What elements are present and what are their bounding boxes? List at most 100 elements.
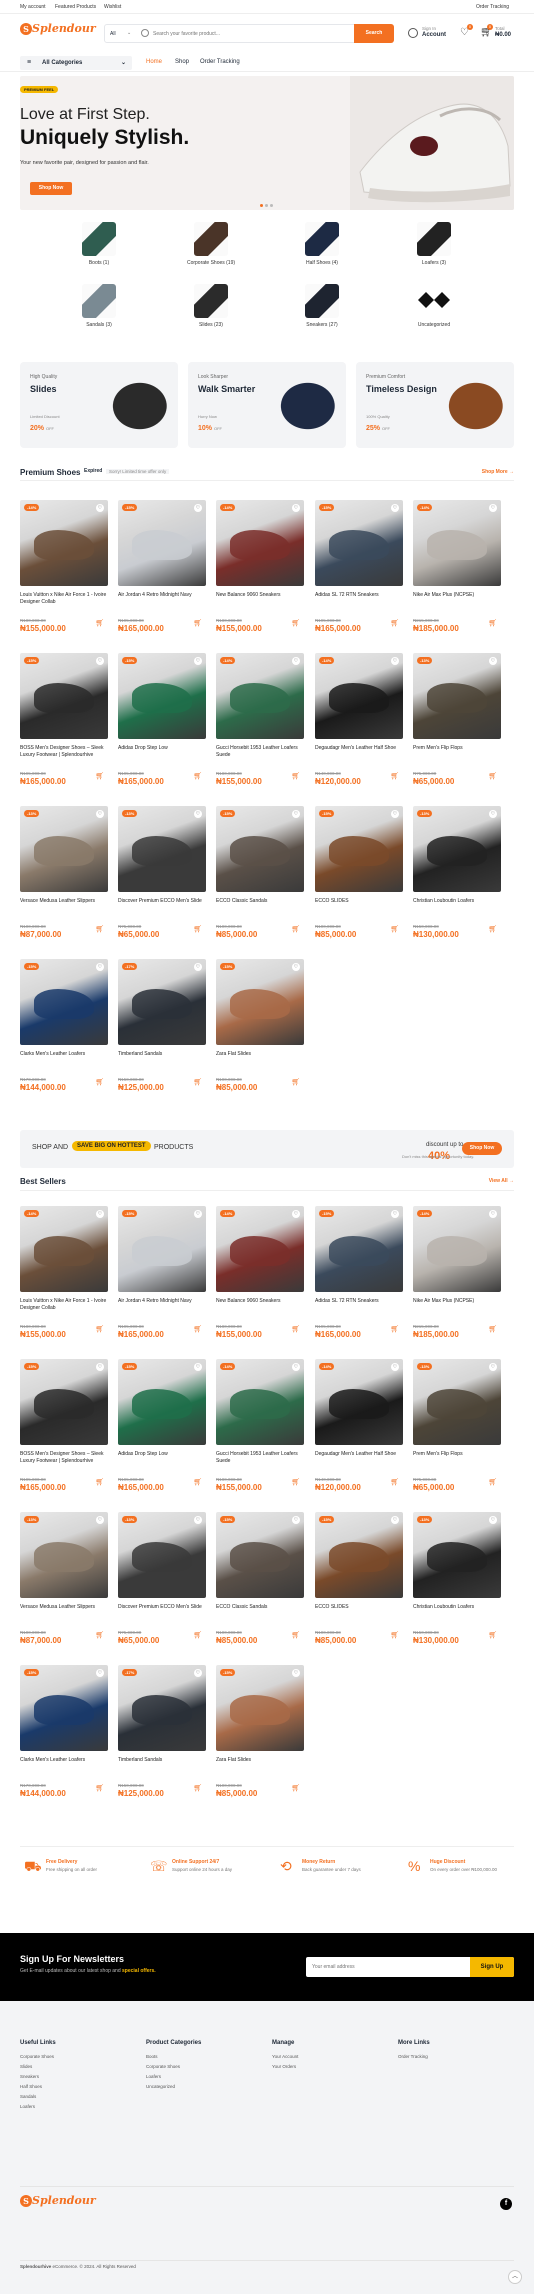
product-name[interactable]: Discover Premium ECCO Men's Slide [118,898,206,905]
wishlist-heart-icon[interactable]: ♡ [489,1210,497,1218]
wishlist-heart-icon[interactable]: ♡ [489,657,497,665]
add-to-cart-icon[interactable]: 🛒︎ [94,1477,106,1489]
add-to-cart-icon[interactable]: 🛒︎ [192,1477,204,1489]
product-name[interactable]: Timberland Sandals [118,1051,206,1058]
product-card[interactable]: -15% ♡ Zara Flat Slides ₦100,000.00 ₦85,000.… [216,959,304,1109]
product-name[interactable]: Nike Air Max Plus (NCPSE) [413,1298,501,1305]
wishlist-heart-icon[interactable]: ♡ [292,504,300,512]
product-image[interactable]: -15% ♡ [216,1665,304,1751]
product-image[interactable]: -14% ♡ [216,653,304,739]
wishlist-heart-icon[interactable]: ♡ [194,1516,202,1524]
product-card[interactable]: -15% ♡ Clarks Men's Leather Loafers ₦170,00… [20,1665,108,1815]
product-image[interactable]: -17% ♡ [118,1665,206,1751]
add-to-cart-icon[interactable]: 🛒︎ [290,1477,302,1489]
product-image[interactable]: -14% ♡ [315,653,403,739]
back-to-top-icon[interactable]: ︿ [508,2270,522,2284]
product-name[interactable]: Versace Medusa Leather Slippers [20,898,108,905]
product-image[interactable]: -15% ♡ [118,1206,206,1292]
add-to-cart-icon[interactable]: 🛒︎ [487,1630,499,1642]
add-to-cart-icon[interactable]: 🛒︎ [94,771,106,783]
search-input[interactable] [153,27,333,41]
product-image[interactable]: -15% ♡ [118,653,206,739]
wishlist-heart-icon[interactable]: ♡ [292,1669,300,1677]
product-card[interactable]: -15% ♡ Air Jordan 4 Retro Midnight Navy ₦19… [118,500,206,650]
product-image[interactable]: -15% ♡ [315,806,403,892]
product-image[interactable]: -15% ♡ [216,806,304,892]
product-name[interactable]: Gucci Horsebit 1953 Leather Loafers Sued… [216,1451,304,1464]
product-name[interactable]: BOSS Men's Designer Shoes – Sleek Luxury… [20,1451,108,1464]
wishlist-heart-icon[interactable]: ♡ [194,1363,202,1371]
product-card[interactable]: -14% ♡ Gucci Horsebit 1953 Leather Loafers… [216,1359,304,1509]
product-name[interactable]: Discover Premium ECCO Men's Slide [118,1604,206,1611]
add-to-cart-icon[interactable]: 🛒︎ [290,924,302,936]
product-card[interactable]: -15% ♡ Adidas SL 72 RTN Sneakers ₦195,000.0… [315,500,403,650]
wishlist-heart-icon[interactable]: ♡ [96,963,104,971]
wishlist-heart-icon[interactable]: ♡ [194,504,202,512]
category-item[interactable]: Slides (23) [156,284,266,328]
cart-button[interactable]: 🛒︎ 0 Total ₦0.00 [480,24,514,42]
product-name[interactable]: Christian Louboutin Loafers [413,1604,501,1611]
add-to-cart-icon[interactable]: 🛒︎ [290,1630,302,1642]
product-name[interactable]: Adidas Drop Step Low [118,745,206,752]
footer-link[interactable]: Loafers [20,2104,56,2109]
product-card[interactable]: -15% ♡ ECCO Classic Sandals ₦100,000.00 ₦85,… [216,1512,304,1662]
category-item[interactable]: Sandals (3) [44,284,154,328]
product-name[interactable]: Air Jordan 4 Retro Midnight Navy [118,592,206,599]
product-card[interactable]: -15% ♡ Adidas SL 72 RTN Sneakers ₦195,000.0… [315,1206,403,1356]
add-to-cart-icon[interactable]: 🛒︎ [192,771,204,783]
product-card[interactable]: -13% ♡ Christian Louboutin Loafers ₦150,000… [413,1512,501,1662]
footer-link[interactable]: Corporate Shoes [20,2054,56,2059]
add-to-cart-icon[interactable]: 🛒︎ [389,618,401,630]
product-image[interactable]: -15% ♡ [20,653,108,739]
product-image[interactable]: -17% ♡ [118,959,206,1045]
footer-link[interactable]: Half Shoes [20,2084,56,2089]
product-image[interactable]: -15% ♡ [20,1359,108,1445]
category-item[interactable]: Uncategorized [379,284,489,328]
add-to-cart-icon[interactable]: 🛒︎ [290,618,302,630]
product-card[interactable]: -13% ♡ Prem Men's Flip Flops ₦75,000.00 ₦65,… [413,653,501,803]
footer-link[interactable]: Loafers [146,2074,201,2079]
product-card[interactable]: -14% ♡ Degaudagr Men's Leather Half Shoe ₦1… [315,1359,403,1509]
product-name[interactable]: Prem Men's Flip Flops [413,745,501,752]
product-card[interactable]: -13% ♡ Prem Men's Flip Flops ₦75,000.00 ₦65,… [413,1359,501,1509]
add-to-cart-icon[interactable]: 🛒︎ [94,1324,106,1336]
shop-more-link[interactable]: Shop More → [482,469,514,475]
add-to-cart-icon[interactable]: 🛒︎ [192,1324,204,1336]
product-card[interactable]: -15% ♡ Adidas Drop Step Low ₦195,000.00 ₦165… [118,653,206,803]
footer-link[interactable]: Slides [20,2064,56,2069]
product-card[interactable]: -13% ♡ Discover Premium ECCO Men's Slide ₦7… [118,806,206,956]
add-to-cart-icon[interactable]: 🛒︎ [389,771,401,783]
category-item[interactable]: Corporate Shoes (19) [156,222,266,266]
category-item[interactable]: Half Shoes (4) [267,222,377,266]
product-card[interactable]: -13% ♡ Discover Premium ECCO Men's Slide ₦7… [118,1512,206,1662]
product-card[interactable]: -14% ♡ Nike Air Max Plus (NCPSE) ₦215,000.0… [413,1206,501,1356]
product-name[interactable]: ECCO SLIDES [315,1604,403,1611]
product-card[interactable]: -13% ♡ Christian Louboutin Loafers ₦150,000… [413,806,501,956]
product-image[interactable]: -15% ♡ [20,959,108,1045]
footer-logo[interactable]: S Splendour [20,2194,96,2207]
product-image[interactable]: -14% ♡ [216,500,304,586]
nav-shop[interactable]: Shop [175,59,189,65]
product-name[interactable]: Louis Vuitton x Nike Air Force 1 - Ivoir… [20,592,108,605]
add-to-cart-icon[interactable]: 🛒︎ [94,1077,106,1089]
product-name[interactable]: Versace Medusa Leather Slippers [20,1604,108,1611]
product-card[interactable]: -15% ♡ BOSS Men's Designer Shoes – Sleek L… [20,653,108,803]
product-name[interactable]: Adidas Drop Step Low [118,1451,206,1458]
product-card[interactable]: -14% ♡ Gucci Horsebit 1953 Leather Loafers… [216,653,304,803]
product-name[interactable]: Degaudagr Men's Leather Half Shoe [315,745,403,752]
wishlist-heart-icon[interactable]: ♡ [96,1516,104,1524]
product-name[interactable]: New Balance 9060 Sneakers [216,592,304,599]
add-to-cart-icon[interactable]: 🛒︎ [389,1324,401,1336]
promo-card[interactable]: Premium Comfort Timeless Design 100% Quali… [356,362,514,448]
nav-home[interactable]: Home [146,59,162,65]
product-name[interactable]: Prem Men's Flip Flops [413,1451,501,1458]
wishlist-heart-icon[interactable]: ♡ [194,657,202,665]
product-card[interactable]: -15% ♡ ECCO SLIDES ₦100,000.00 ₦85,000.00 🛒︎ [315,806,403,956]
wishlist-heart-icon[interactable]: ♡ [489,1516,497,1524]
wishlist-heart-icon[interactable]: ♡ [391,504,399,512]
featured-products-link[interactable]: Featured Products [55,4,96,10]
wishlist-heart-icon[interactable]: ♡ [292,657,300,665]
product-card[interactable]: -15% ♡ Clarks Men's Leather Loafers ₦170,00… [20,959,108,1109]
product-image[interactable]: -13% ♡ [20,1512,108,1598]
product-card[interactable]: -15% ♡ Adidas Drop Step Low ₦195,000.00 ₦165… [118,1359,206,1509]
